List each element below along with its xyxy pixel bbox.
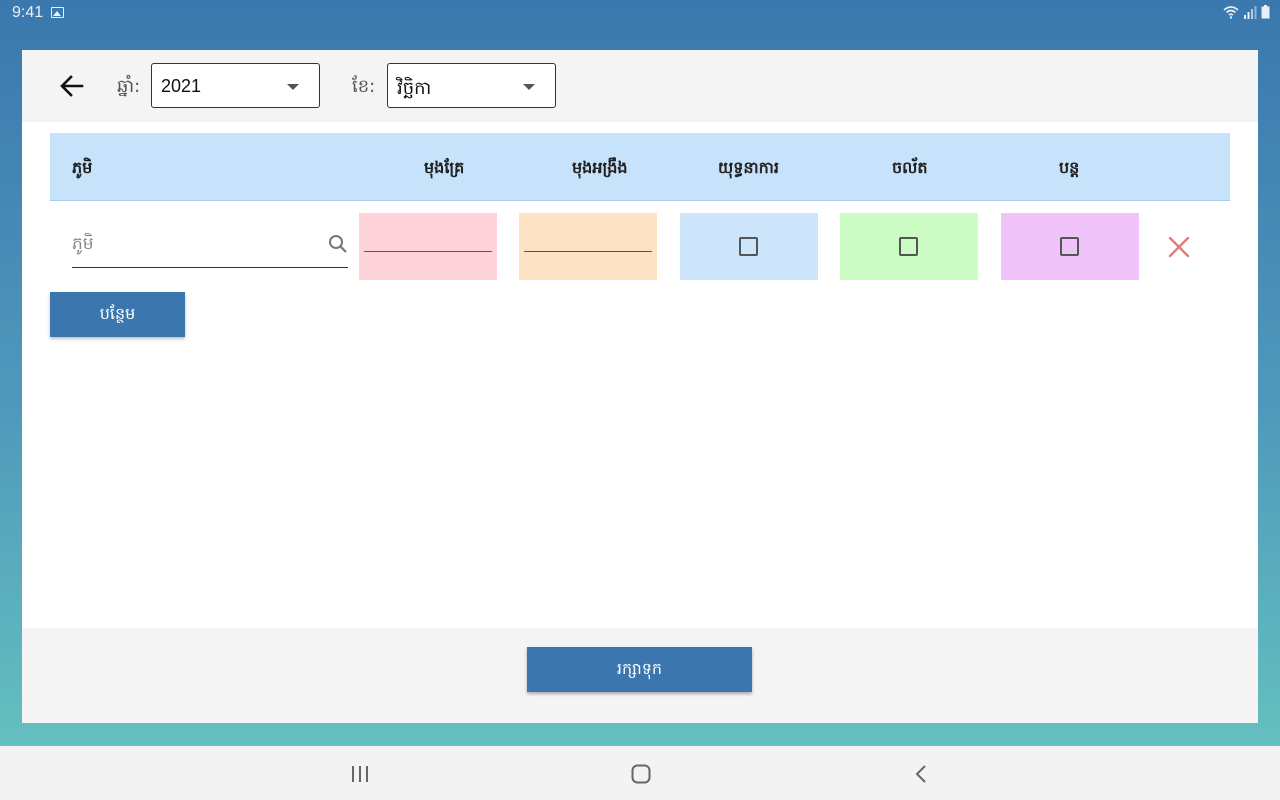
- continuous-cell: [1001, 213, 1139, 280]
- bed-net-input[interactable]: [364, 221, 492, 251]
- header-continuous: បន្ត: [1059, 158, 1080, 177]
- save-button[interactable]: រក្សាទុក: [527, 647, 752, 692]
- back-button[interactable]: [56, 70, 88, 102]
- status-bar: 9:41: [0, 0, 1280, 26]
- year-select[interactable]: 2021: [151, 63, 320, 108]
- image-notification-icon: [51, 7, 64, 18]
- hammock-net-input[interactable]: [524, 221, 652, 251]
- campaign-checkbox[interactable]: [739, 237, 758, 256]
- year-select-value: 2021: [161, 76, 202, 96]
- footer: រក្សាទុក: [22, 628, 1258, 723]
- input-underline: [524, 251, 652, 252]
- month-select-value: វិច្ឆិកា: [397, 78, 432, 99]
- continuous-checkbox[interactable]: [1060, 237, 1079, 256]
- chevron-down-icon: [287, 84, 299, 90]
- mobile-cell: [840, 213, 978, 280]
- system-nav-bar: [0, 746, 1280, 800]
- bed-net-cell: [359, 213, 497, 280]
- table-header: ភូមិ មុងគ្រែ មុងអង្រឹង យុទ្ធនាការ ចល័ត ប…: [50, 133, 1230, 201]
- close-icon[interactable]: [1166, 234, 1192, 260]
- campaign-cell: [680, 213, 818, 280]
- add-row-button[interactable]: បន្ថែម: [50, 292, 185, 337]
- signal-icon: [1244, 6, 1257, 19]
- status-icons: [1223, 5, 1270, 19]
- header-mobile: ចល័ត: [892, 158, 928, 177]
- header-hammock-net: មុងអង្រឹង: [572, 158, 628, 177]
- header-bed-net: មុងគ្រែ: [424, 158, 465, 177]
- home-icon[interactable]: [629, 762, 653, 786]
- header-campaign: យុទ្ធនាការ: [718, 158, 779, 177]
- status-time: 9:41: [12, 4, 44, 21]
- month-label: ខែ:: [352, 76, 376, 97]
- arrow-back-icon: [60, 75, 84, 97]
- main-panel: ឆ្នាំ: 2021 ខែ: វិច្ឆិកា ភូមិ មុងគ្រែ មុ…: [22, 50, 1258, 723]
- chevron-down-icon: [523, 84, 535, 90]
- month-select[interactable]: វិច្ឆិកា: [387, 63, 556, 108]
- village-search-input[interactable]: [72, 230, 312, 258]
- village-search-field[interactable]: [72, 220, 348, 268]
- hammock-net-cell: [519, 213, 657, 280]
- wifi-icon: [1223, 6, 1239, 19]
- header-village: ភូមិ: [72, 158, 93, 177]
- search-icon[interactable]: [328, 234, 348, 254]
- year-label: ឆ្នាំ:: [117, 76, 141, 97]
- battery-icon: [1261, 5, 1270, 19]
- toolbar: ឆ្នាំ: 2021 ខែ: វិច្ឆិកា: [22, 50, 1258, 122]
- mobile-checkbox[interactable]: [899, 237, 918, 256]
- nav-back-icon[interactable]: [910, 762, 934, 786]
- input-underline: [364, 251, 492, 252]
- recent-apps-icon[interactable]: [348, 762, 372, 786]
